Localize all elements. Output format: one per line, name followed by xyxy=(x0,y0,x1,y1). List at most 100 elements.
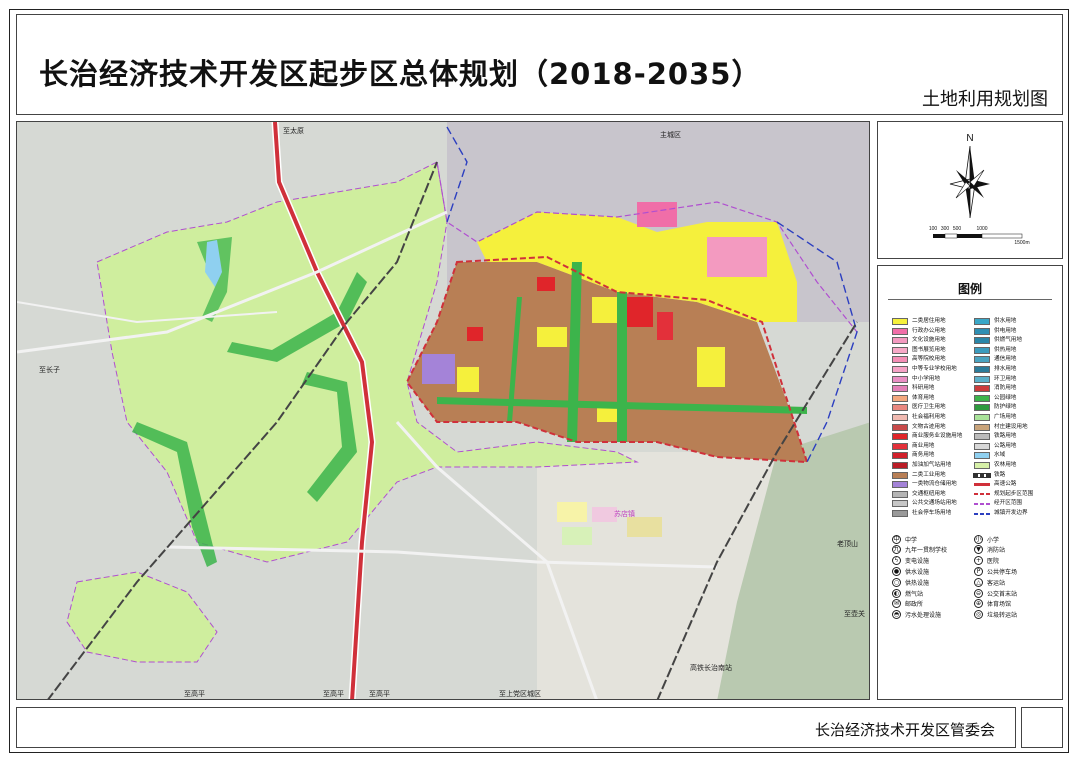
legend-label: 商务用地 xyxy=(912,452,935,459)
legend-symbol-label: 垃圾转运站 xyxy=(987,612,1018,620)
legend-item: 环卫用地 xyxy=(974,375,1016,384)
legend-symbol-item: ▼ 消防站 xyxy=(974,545,1005,555)
legend-symbol-item: 小小学 xyxy=(974,534,999,544)
legend-swatch xyxy=(892,452,908,460)
park-strip-ns-2 xyxy=(617,292,627,442)
legend-swatch xyxy=(974,394,990,402)
legend-item: 铁路用地 xyxy=(974,432,1016,441)
legend-swatch xyxy=(974,502,990,505)
legend-item: 加油加气站用地 xyxy=(892,461,951,470)
legend-item: 社会停车场用地 xyxy=(892,509,951,518)
legend-swatch xyxy=(892,433,908,441)
legend-swatch xyxy=(974,433,990,441)
legend-divider xyxy=(888,299,1052,300)
label-to-taiyuan: 至太原 xyxy=(283,127,304,135)
legend-swatch xyxy=(892,394,908,402)
legend-item: 二类工业用地 xyxy=(892,471,946,480)
legend-swatch xyxy=(974,493,990,496)
legend-symbol-item: ϟ 变电设施 xyxy=(892,556,929,566)
legend-label: 文物古迹用地 xyxy=(912,423,946,430)
legend-item: 供水用地 xyxy=(974,317,1016,326)
legend-label: 水域 xyxy=(994,452,1006,459)
legend-symbol-icon: P xyxy=(974,566,983,576)
legend-symbol-label: 医院 xyxy=(987,558,1000,566)
legend-label: 农林用地 xyxy=(994,462,1017,468)
legend-swatch xyxy=(892,471,908,479)
legend-label: 供热用地 xyxy=(994,346,1017,353)
sudian-patch-4 xyxy=(562,527,592,545)
legend-swatch xyxy=(892,414,908,421)
legend-item: 商务用地 xyxy=(892,451,934,460)
legend-swatch xyxy=(974,414,990,421)
label-to-gaoping-3: 至高平 xyxy=(369,690,390,698)
map-canvas xyxy=(17,122,869,699)
page-title: 长治经济技术开发区起步区总体规划（2018-2035） xyxy=(39,57,762,91)
legend-symbol-item: 九九年一贯制学校 xyxy=(892,545,947,555)
legend-symbol-icon: 九 xyxy=(892,545,901,555)
legend-item: 村庄建设用地 xyxy=(974,423,1028,432)
legend-swatch xyxy=(974,423,990,431)
legend-swatch xyxy=(974,385,990,393)
residential-block-2 xyxy=(537,327,567,347)
legend-symbol-item: ◓ 污水处理设施 xyxy=(892,610,941,620)
legend-label: 社会福利用地 xyxy=(912,414,946,420)
legend-item: 通信用地 xyxy=(974,355,1016,364)
issuing-organization: 长治经济技术开发区管委会 xyxy=(814,721,995,739)
legend-swatch xyxy=(974,327,990,335)
legend-swatch xyxy=(892,481,908,489)
legend-swatch xyxy=(974,346,990,354)
label-to-shangdang: 至上党区城区 xyxy=(499,690,541,698)
legend-label: 图书展览用地 xyxy=(912,346,946,353)
legend-label: 铁路用地 xyxy=(994,433,1017,440)
legend-symbol-icon: ▼ xyxy=(974,545,983,555)
legend-title: 图例 xyxy=(957,282,982,296)
land-use-map[interactable]: 至太原 主城区 至长子 苏店镇 老顶山 至壶关 高铁长治南站 至高平 至高平 至… xyxy=(16,121,870,700)
scale-tick-2: 500 xyxy=(953,226,962,232)
residential-block-3 xyxy=(697,347,725,387)
legend-item: 城镇开发边界 xyxy=(974,509,1028,518)
legend-label: 商业服务业设施用地 xyxy=(912,433,963,440)
legend-swatch xyxy=(892,423,908,431)
legend-swatch xyxy=(974,404,990,412)
legend-item: 商业服务业设施用地 xyxy=(892,432,962,441)
legend-swatch xyxy=(892,404,908,412)
legend-label: 加油加气站用地 xyxy=(912,462,952,468)
legend-item: 高速公路 xyxy=(974,480,1016,489)
legend-symbol-label: 小学 xyxy=(987,536,1000,544)
legend-item: 文物古迹用地 xyxy=(892,423,946,432)
legend-swatch xyxy=(974,375,990,383)
legend-symbol-icon: ◐ xyxy=(892,588,901,598)
legend-label: 科研用地 xyxy=(912,385,935,392)
legend-label: 公路用地 xyxy=(994,442,1017,449)
legend-symbol-icon: 中 xyxy=(892,534,901,544)
legend-swatch xyxy=(892,490,908,498)
legend-symbol-label: 变电设施 xyxy=(905,558,930,566)
legend-item: 体育用地 xyxy=(892,394,934,403)
legend-panel: 图例 二类居住用地 行政办公用地 文化设施用地 图书展览用地 高等院校用地 中等专业学校用… xyxy=(877,265,1063,700)
legend-label: 体育用地 xyxy=(912,394,935,401)
legend-label: 高速公路 xyxy=(994,481,1017,488)
legend-swatch xyxy=(892,500,908,508)
scale-tick-1: 300 xyxy=(941,226,950,232)
legend-item: 商业用地 xyxy=(892,442,934,451)
legend-symbol-label: 消防站 xyxy=(987,547,1006,555)
label-to-changzi: 至长子 xyxy=(39,366,60,374)
legend-swatch xyxy=(892,366,908,373)
legend-swatch xyxy=(892,337,908,345)
legend-symbol-icon: △ xyxy=(974,577,983,587)
legend-symbol-icon: ◎ xyxy=(974,610,983,620)
legend-label: 医疗卫生用地 xyxy=(912,404,946,411)
legend-item: 文化设施用地 xyxy=(892,336,946,345)
legend-item: 消防用地 xyxy=(974,384,1016,393)
legend-label: 供燃气用地 xyxy=(994,337,1022,344)
legend-symbol-item: + 医院 xyxy=(974,556,999,566)
legend-swatch xyxy=(892,327,908,335)
legend-swatch xyxy=(892,385,908,393)
legend-swatch xyxy=(892,510,908,517)
legend-label: 中等专业学校用地 xyxy=(912,366,957,372)
sudian-patch-3 xyxy=(627,517,662,537)
legend-item: 公路用地 xyxy=(974,442,1016,451)
legend-item: 供热用地 xyxy=(974,346,1016,355)
legend-symbol-label: 公交首末站 xyxy=(987,590,1018,598)
commercial-block-2 xyxy=(657,312,673,340)
